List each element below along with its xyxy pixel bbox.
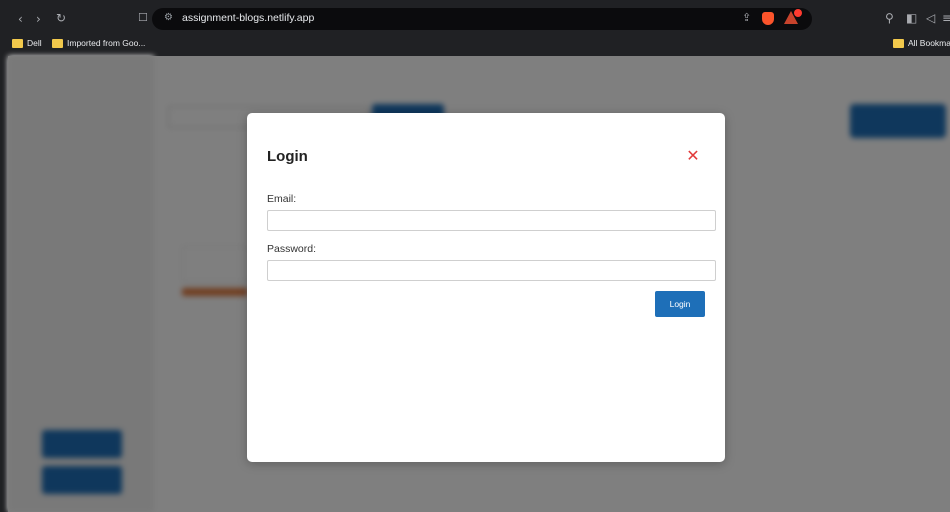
password-field[interactable] (267, 260, 716, 281)
bookmark-label: Dell (27, 38, 42, 48)
menu-icon[interactable]: ≡ (942, 11, 950, 25)
login-modal: Login ✕ Email: Password: Login (247, 113, 725, 462)
folder-icon (893, 38, 904, 48)
bookmark-dell[interactable]: Dell (12, 37, 42, 49)
modal-title: Login (267, 148, 308, 165)
forward-icon[interactable]: › (36, 12, 41, 26)
back-icon[interactable]: ‹ (18, 12, 23, 26)
folder-icon (12, 38, 23, 48)
url-text[interactable]: assignment-blogs.netlify.app (182, 12, 314, 24)
notification-badge (794, 9, 802, 17)
address-bar[interactable]: ⚙ assignment-blogs.netlify.app ⇪ (152, 8, 812, 30)
bookmark-icon[interactable]: ☐ (138, 11, 148, 25)
wallet-icon[interactable]: ◁ (926, 11, 935, 25)
bookmark-imported[interactable]: Imported from Goo... (52, 37, 145, 49)
email-label: Email: (267, 193, 297, 205)
brave-shields-icon[interactable] (762, 12, 774, 25)
bookmarks-bar: Dell Imported from Goo... All Bookmarks (0, 34, 950, 52)
login-button[interactable]: Login (655, 291, 705, 317)
browser-toolbar: ‹ › ↻ ☐ ⚙ assignment-blogs.netlify.app ⇪… (0, 6, 950, 32)
email-field[interactable] (267, 210, 716, 231)
bookmark-label: Imported from Goo... (67, 38, 146, 48)
reload-icon[interactable]: ↻ (56, 11, 66, 25)
site-settings-icon[interactable]: ⚙ (164, 12, 173, 23)
password-label: Password: (267, 243, 317, 255)
share-icon[interactable]: ⇪ (742, 11, 751, 24)
browser-chrome: ‹ › ↻ ☐ ⚙ assignment-blogs.netlify.app ⇪… (0, 0, 950, 56)
sidebar-toggle-icon[interactable]: ◧ (906, 11, 917, 25)
extensions-icon[interactable]: ⚲ (885, 11, 894, 25)
folder-icon (52, 38, 63, 48)
close-icon[interactable]: ✕ (684, 147, 702, 165)
all-bookmarks[interactable]: All Bookmarks (893, 37, 950, 49)
all-bookmarks-label: All Bookmarks (908, 38, 950, 48)
